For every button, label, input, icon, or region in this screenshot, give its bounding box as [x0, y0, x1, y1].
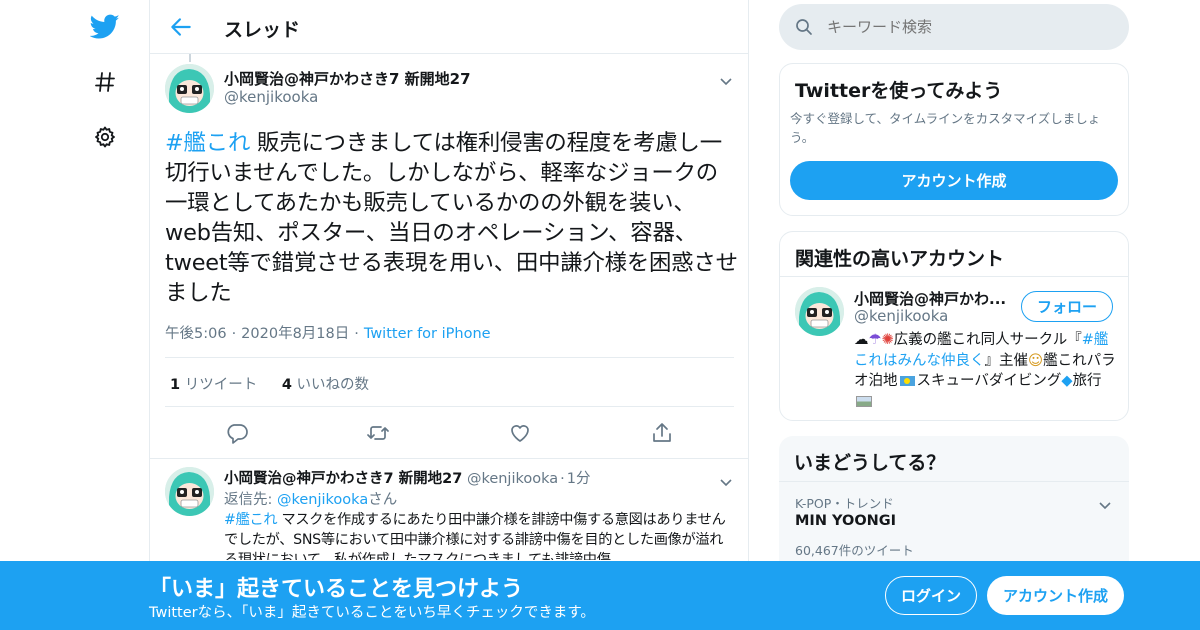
like-heart-icon[interactable] [508, 421, 532, 445]
avatar[interactable] [795, 287, 844, 336]
reply-tweet[interactable]: 小岡賢治@神戸かわさき7 新開地27 @kenjikooka · 1分 返信先: @… [150, 458, 748, 578]
dolphin-emoji-icon: ◆ [1061, 373, 1073, 389]
divider [165, 406, 734, 407]
page-title: スレッド [224, 19, 301, 41]
banner-headline: 「いま」起きていることを見つけよう [149, 577, 524, 602]
tweet-text: #艦これ 販売につきましては権利侵害の程度を考慮し一切行いませんでした。しかしな… [165, 128, 740, 309]
bottom-banner: 「いま」起きていることを見つけよう Twitterなら、「いま」起きていることを… [0, 561, 1200, 630]
crab-emoji-icon: ✺ [881, 332, 894, 348]
separator-dot: · [231, 326, 237, 342]
cloud-emoji-icon: ☁ [854, 332, 869, 348]
login-button[interactable]: ログイン [885, 576, 977, 615]
reply-icon[interactable] [225, 421, 249, 445]
author-handle[interactable]: @kenjikooka [467, 471, 558, 487]
replying-to: 返信先: @kenjikookaさん [224, 492, 398, 508]
account-bio: ☁☂✺広義の艦これ同人サークル『#艦これはみんな仲良く』主催☺艦これパラオ泊地ス… [854, 330, 1116, 412]
tweet-source[interactable]: Twitter for iPhone [364, 326, 491, 342]
tweet-time[interactable]: 午後5:06 [165, 326, 227, 342]
search-icon [795, 18, 813, 40]
tweet-body: 販売につきましては権利侵害の程度を考慮し一切行いませんでした。しかしながら、軽率… [165, 130, 738, 307]
chevron-down-icon[interactable] [719, 72, 733, 86]
signup-description: 今すぐ登録して、タイムラインをカスタマイズしましょう。 [790, 111, 1101, 145]
search-bar[interactable] [779, 4, 1129, 50]
chevron-down-icon[interactable] [1098, 496, 1112, 510]
create-account-button[interactable]: アカウント作成 [790, 161, 1118, 200]
hashtag-link[interactable]: #艦これ [165, 130, 250, 156]
trend-category: K-POP・トレンド [795, 496, 894, 511]
tweet-stats: 1 リツイート 4 いいねの数 [170, 373, 369, 394]
avatar[interactable] [165, 64, 214, 113]
mention-link[interactable]: @kenjikooka [277, 492, 368, 508]
umbrella-emoji-icon: ☂ [868, 332, 882, 348]
hashtag-icon[interactable] [90, 67, 120, 97]
gear-icon[interactable] [90, 122, 120, 152]
retweet-icon[interactable] [366, 421, 390, 445]
separator-dot: · [560, 471, 565, 487]
card-title: いまどうしてる？ [794, 452, 946, 474]
card-title: Twitterを使ってみよう [795, 80, 1003, 102]
divider [779, 481, 1129, 482]
like-stat[interactable]: 4 いいねの数 [282, 377, 369, 393]
trends-card: いまどうしてる？ K-POP・トレンド MIN YOONGI 60,467件のツ… [779, 436, 1129, 576]
divider [165, 357, 734, 358]
reply-time[interactable]: 1分 [567, 471, 591, 487]
reply-header: 小岡賢治@神戸かわさき7 新開地27 @kenjikooka · 1分 [224, 467, 590, 488]
separator-dot: · [354, 326, 359, 342]
divider [780, 276, 1128, 277]
search-input[interactable] [827, 14, 1107, 40]
card-title: 関連性の高いアカウント [795, 248, 1005, 270]
back-arrow-icon[interactable] [168, 14, 194, 40]
related-accounts-card: 関連性の高いアカウント 小岡賢治@神戸かわ... @kenjikooka フォロ… [779, 231, 1129, 421]
banner-subtext: Twitterなら、「いま」起きていることをいち早くチェックできます。 [149, 605, 595, 621]
trend-name[interactable]: MIN YOONGI [795, 513, 896, 529]
retweet-stat[interactable]: 1 リツイート [170, 377, 257, 393]
follow-button[interactable]: フォロー [1021, 291, 1113, 322]
palau-flag-icon [899, 376, 915, 386]
landscape-emoji-icon [856, 396, 872, 407]
author-name[interactable]: 小岡賢治@神戸かわさき7 新開地27 [224, 471, 462, 487]
account-handle[interactable]: @kenjikooka [854, 307, 948, 325]
thread-line [189, 54, 191, 62]
author-handle[interactable]: @kenjikooka [224, 88, 318, 106]
signup-card: Twitterを使ってみよう 今すぐ登録して、タイムラインをカスタマイズしましょ… [779, 63, 1129, 216]
twitter-bird-icon[interactable] [90, 12, 120, 42]
account-name[interactable]: 小岡賢治@神戸かわ... [854, 288, 1014, 309]
chevron-down-icon[interactable] [719, 473, 733, 487]
reply-text: #艦これ マスクを作成するにあたり田中謙介様を誹謗中傷する意図はありませんでした… [224, 512, 726, 560]
tweet-date[interactable]: 2020年8月18日 [241, 326, 349, 342]
avatar[interactable] [165, 467, 214, 516]
main-column: スレッド 小岡賢治@神戸かわさき7 新開地27 @kenjikooka #艦これ… [149, 0, 749, 630]
tweet-meta: 午後5:06 · 2020年8月18日 · Twitter for iPhone [165, 322, 491, 343]
hashtag-link[interactable]: #艦これ [224, 512, 278, 528]
page-header: スレッド [150, 0, 748, 54]
share-icon[interactable] [650, 421, 674, 445]
signup-button[interactable]: アカウント作成 [987, 576, 1124, 615]
trend-count: 60,467件のツイート [795, 543, 914, 558]
author-name[interactable]: 小岡賢治@神戸かわさき7 新開地27 [224, 68, 471, 89]
sailor-emoji-icon: ☺ [1028, 352, 1044, 369]
